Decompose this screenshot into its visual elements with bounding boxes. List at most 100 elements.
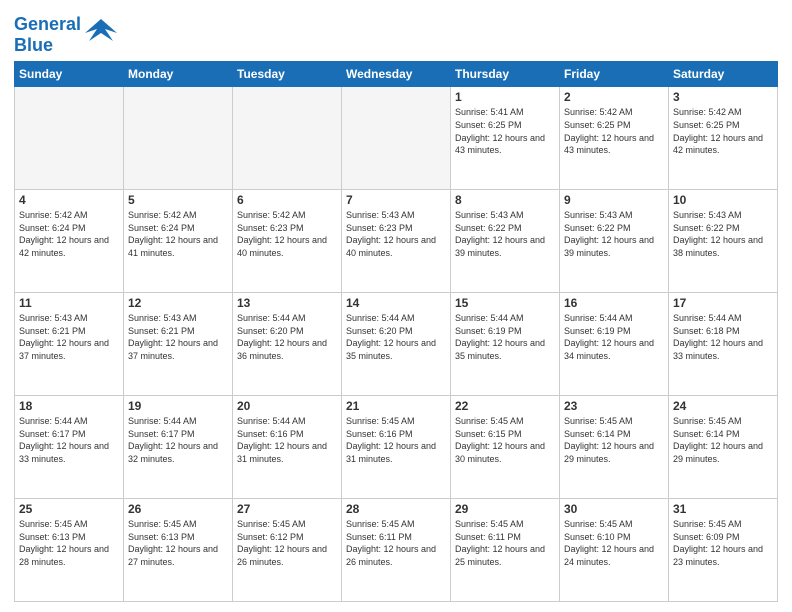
calendar-day-cell: 27Sunrise: 5:45 AMSunset: 6:12 PMDayligh… bbox=[233, 499, 342, 602]
day-number: 3 bbox=[673, 90, 773, 104]
page: General Blue SundayMondayTuesdayWednesda… bbox=[0, 0, 792, 612]
calendar-day-cell bbox=[15, 87, 124, 190]
calendar-day-cell: 26Sunrise: 5:45 AMSunset: 6:13 PMDayligh… bbox=[124, 499, 233, 602]
day-info: Sunrise: 5:43 AMSunset: 6:21 PMDaylight:… bbox=[128, 312, 228, 362]
day-number: 14 bbox=[346, 296, 446, 310]
day-info: Sunrise: 5:45 AMSunset: 6:10 PMDaylight:… bbox=[564, 518, 664, 568]
calendar-week-row: 1 Sunrise: 5:41 AMSunset: 6:25 PMDaylight… bbox=[15, 87, 778, 190]
day-number: 29 bbox=[455, 502, 555, 516]
day-number: 16 bbox=[564, 296, 664, 310]
day-number: 27 bbox=[237, 502, 337, 516]
day-info: Sunrise: 5:44 AMSunset: 6:17 PMDaylight:… bbox=[128, 415, 228, 465]
day-info: Sunrise: 5:45 AMSunset: 6:14 PMDaylight:… bbox=[564, 415, 664, 465]
day-info: Sunrise: 5:45 AMSunset: 6:16 PMDaylight:… bbox=[346, 415, 446, 465]
day-info: Sunrise: 5:43 AMSunset: 6:22 PMDaylight:… bbox=[673, 209, 773, 259]
calendar-day-cell: 15 Sunrise: 5:44 AMSunset: 6:19 PMDayligh… bbox=[451, 293, 560, 396]
calendar-week-row: 18 Sunrise: 5:44 AMSunset: 6:17 PMDayligh… bbox=[15, 396, 778, 499]
day-info: Sunrise: 5:44 AMSunset: 6:20 PMDaylight:… bbox=[237, 312, 337, 362]
day-number: 8 bbox=[455, 193, 555, 207]
day-number: 20 bbox=[237, 399, 337, 413]
logo: General Blue bbox=[14, 14, 117, 55]
calendar-day-cell: 30 Sunrise: 5:45 AMSunset: 6:10 PMDayligh… bbox=[560, 499, 669, 602]
calendar-day-cell: 29 Sunrise: 5:45 AMSunset: 6:11 PMDayligh… bbox=[451, 499, 560, 602]
day-info: Sunrise: 5:44 AMSunset: 6:18 PMDaylight:… bbox=[673, 312, 773, 362]
day-info: Sunrise: 5:42 AMSunset: 6:23 PMDaylight:… bbox=[237, 209, 337, 259]
calendar-day-cell bbox=[124, 87, 233, 190]
calendar-day-cell: 11 Sunrise: 5:43 AMSunset: 6:21 PMDayligh… bbox=[15, 293, 124, 396]
day-info: Sunrise: 5:45 AMSunset: 6:14 PMDaylight:… bbox=[673, 415, 773, 465]
calendar-day-cell: 13 Sunrise: 5:44 AMSunset: 6:20 PMDayligh… bbox=[233, 293, 342, 396]
calendar-day-cell: 23 Sunrise: 5:45 AMSunset: 6:14 PMDayligh… bbox=[560, 396, 669, 499]
calendar-table: SundayMondayTuesdayWednesdayThursdayFrid… bbox=[14, 61, 778, 602]
calendar-day-cell: 19 Sunrise: 5:44 AMSunset: 6:17 PMDayligh… bbox=[124, 396, 233, 499]
day-info: Sunrise: 5:44 AMSunset: 6:20 PMDaylight:… bbox=[346, 312, 446, 362]
day-number: 30 bbox=[564, 502, 664, 516]
calendar-day-cell: 2 Sunrise: 5:42 AMSunset: 6:25 PMDaylight… bbox=[560, 87, 669, 190]
day-info: Sunrise: 5:45 AMSunset: 6:13 PMDaylight:… bbox=[128, 518, 228, 568]
calendar-day-cell: 8Sunrise: 5:43 AMSunset: 6:22 PMDaylight… bbox=[451, 190, 560, 293]
calendar-day-cell: 20 Sunrise: 5:44 AMSunset: 6:16 PMDayligh… bbox=[233, 396, 342, 499]
day-number: 22 bbox=[455, 399, 555, 413]
weekday-header: Wednesday bbox=[342, 62, 451, 87]
day-info: Sunrise: 5:43 AMSunset: 6:23 PMDaylight:… bbox=[346, 209, 446, 259]
calendar-header-row: SundayMondayTuesdayWednesdayThursdayFrid… bbox=[15, 62, 778, 87]
day-number: 21 bbox=[346, 399, 446, 413]
calendar-day-cell: 9Sunrise: 5:43 AMSunset: 6:22 PMDaylight… bbox=[560, 190, 669, 293]
calendar-day-cell: 17 Sunrise: 5:44 AMSunset: 6:18 PMDayligh… bbox=[669, 293, 778, 396]
calendar-day-cell: 3 Sunrise: 5:42 AMSunset: 6:25 PMDaylight… bbox=[669, 87, 778, 190]
day-number: 24 bbox=[673, 399, 773, 413]
day-number: 31 bbox=[673, 502, 773, 516]
calendar-day-cell: 5Sunrise: 5:42 AMSunset: 6:24 PMDaylight… bbox=[124, 190, 233, 293]
calendar-day-cell: 7Sunrise: 5:43 AMSunset: 6:23 PMDaylight… bbox=[342, 190, 451, 293]
day-number: 17 bbox=[673, 296, 773, 310]
day-number: 9 bbox=[564, 193, 664, 207]
calendar-week-row: 25Sunrise: 5:45 AMSunset: 6:13 PMDayligh… bbox=[15, 499, 778, 602]
day-info: Sunrise: 5:42 AMSunset: 6:25 PMDaylight:… bbox=[564, 106, 664, 156]
day-info: Sunrise: 5:45 AMSunset: 6:15 PMDaylight:… bbox=[455, 415, 555, 465]
day-number: 28 bbox=[346, 502, 446, 516]
day-info: Sunrise: 5:43 AMSunset: 6:21 PMDaylight:… bbox=[19, 312, 119, 362]
day-number: 18 bbox=[19, 399, 119, 413]
calendar-day-cell: 16 Sunrise: 5:44 AMSunset: 6:19 PMDayligh… bbox=[560, 293, 669, 396]
calendar-day-cell: 24 Sunrise: 5:45 AMSunset: 6:14 PMDayligh… bbox=[669, 396, 778, 499]
day-info: Sunrise: 5:44 AMSunset: 6:19 PMDaylight:… bbox=[564, 312, 664, 362]
day-number: 13 bbox=[237, 296, 337, 310]
day-number: 6 bbox=[237, 193, 337, 207]
day-info: Sunrise: 5:44 AMSunset: 6:17 PMDaylight:… bbox=[19, 415, 119, 465]
day-info: Sunrise: 5:44 AMSunset: 6:19 PMDaylight:… bbox=[455, 312, 555, 362]
day-number: 23 bbox=[564, 399, 664, 413]
day-number: 19 bbox=[128, 399, 228, 413]
day-number: 5 bbox=[128, 193, 228, 207]
calendar-week-row: 11 Sunrise: 5:43 AMSunset: 6:21 PMDayligh… bbox=[15, 293, 778, 396]
weekday-header: Tuesday bbox=[233, 62, 342, 87]
calendar-day-cell: 22 Sunrise: 5:45 AMSunset: 6:15 PMDayligh… bbox=[451, 396, 560, 499]
calendar-day-cell: 31 Sunrise: 5:45 AMSunset: 6:09 PMDayligh… bbox=[669, 499, 778, 602]
day-info: Sunrise: 5:41 AMSunset: 6:25 PMDaylight:… bbox=[455, 106, 555, 156]
weekday-header: Sunday bbox=[15, 62, 124, 87]
day-number: 12 bbox=[128, 296, 228, 310]
day-info: Sunrise: 5:45 AMSunset: 6:09 PMDaylight:… bbox=[673, 518, 773, 568]
weekday-header: Saturday bbox=[669, 62, 778, 87]
day-number: 10 bbox=[673, 193, 773, 207]
weekday-header: Thursday bbox=[451, 62, 560, 87]
calendar-day-cell: 21 Sunrise: 5:45 AMSunset: 6:16 PMDayligh… bbox=[342, 396, 451, 499]
day-number: 1 bbox=[455, 90, 555, 104]
logo-text: General Blue bbox=[14, 14, 117, 55]
day-info: Sunrise: 5:44 AMSunset: 6:16 PMDaylight:… bbox=[237, 415, 337, 465]
day-info: Sunrise: 5:42 AMSunset: 6:25 PMDaylight:… bbox=[673, 106, 773, 156]
day-number: 4 bbox=[19, 193, 119, 207]
calendar-day-cell: 10 Sunrise: 5:43 AMSunset: 6:22 PMDayligh… bbox=[669, 190, 778, 293]
day-number: 15 bbox=[455, 296, 555, 310]
calendar-day-cell bbox=[342, 87, 451, 190]
day-number: 2 bbox=[564, 90, 664, 104]
calendar-day-cell: 6 Sunrise: 5:42 AMSunset: 6:23 PMDaylight… bbox=[233, 190, 342, 293]
day-info: Sunrise: 5:45 AMSunset: 6:13 PMDaylight:… bbox=[19, 518, 119, 568]
calendar-day-cell: 28Sunrise: 5:45 AMSunset: 6:11 PMDayligh… bbox=[342, 499, 451, 602]
weekday-header: Monday bbox=[124, 62, 233, 87]
day-number: 11 bbox=[19, 296, 119, 310]
logo-bird-icon bbox=[85, 15, 117, 47]
calendar-day-cell: 12 Sunrise: 5:43 AMSunset: 6:21 PMDayligh… bbox=[124, 293, 233, 396]
day-info: Sunrise: 5:42 AMSunset: 6:24 PMDaylight:… bbox=[19, 209, 119, 259]
day-info: Sunrise: 5:45 AMSunset: 6:11 PMDaylight:… bbox=[455, 518, 555, 568]
calendar-day-cell: 4 Sunrise: 5:42 AMSunset: 6:24 PMDaylight… bbox=[15, 190, 124, 293]
